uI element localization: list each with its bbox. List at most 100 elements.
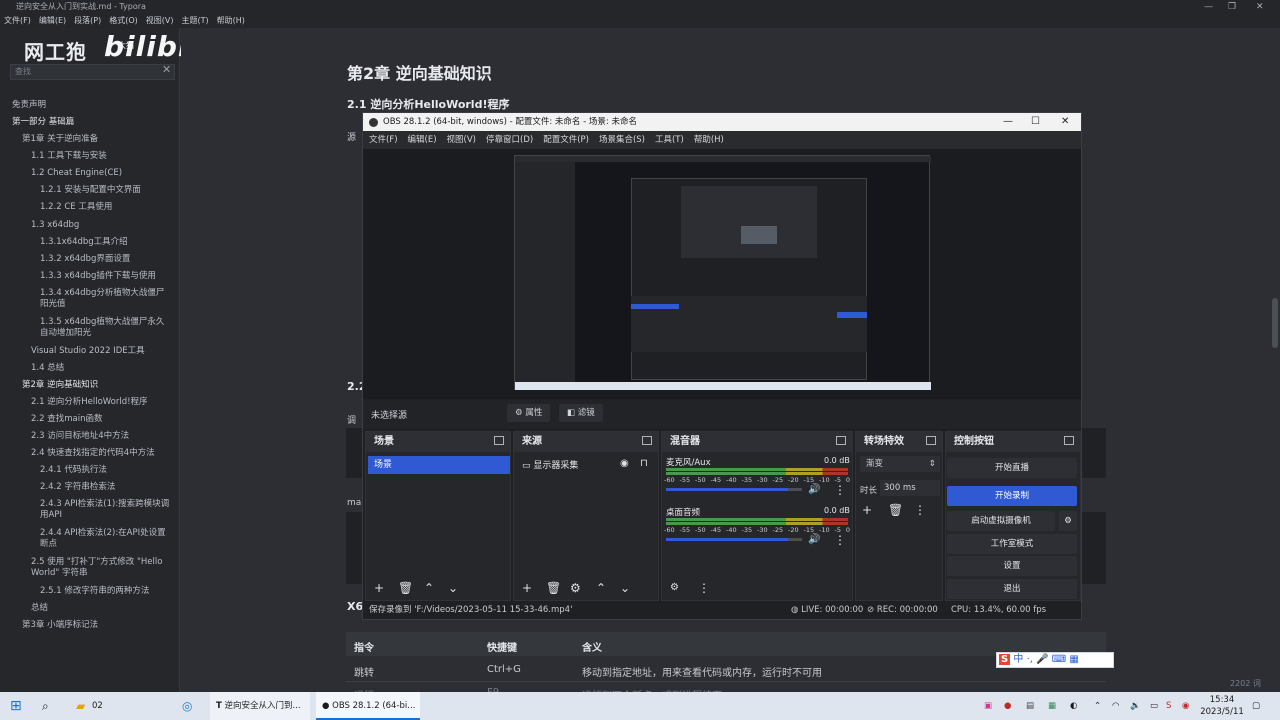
tray-app-icon[interactable]: ◉ xyxy=(1182,692,1189,720)
chevron-up-icon[interactable]: ⌃ xyxy=(1094,692,1101,720)
more-icon[interactable]: ⋮ xyxy=(834,534,846,546)
trash-icon[interactable]: 🗑 xyxy=(398,582,413,594)
studio-mode-button[interactable]: 工作室模式 xyxy=(947,534,1077,554)
notification-icon[interactable]: ▢ xyxy=(1252,692,1260,720)
volume-slider[interactable] xyxy=(666,488,802,491)
obs-menu-help[interactable]: 帮助(H) xyxy=(694,131,724,149)
chevron-up-icon[interactable]: ⌃ xyxy=(424,582,434,594)
toc-item[interactable]: 2.2 查找main函数 xyxy=(31,414,102,425)
tray-app-icon[interactable]: S xyxy=(1166,692,1171,720)
chevron-down-icon[interactable]: ⌄ xyxy=(448,582,458,594)
toc-item[interactable]: 2.4.2 字符串检索法 xyxy=(40,482,115,493)
speaker-icon[interactable]: 🔊 xyxy=(808,534,820,546)
tray-app-icon[interactable]: ▤ xyxy=(1026,692,1034,720)
volume-icon[interactable]: 🔉 xyxy=(1130,692,1141,720)
add-icon[interactable]: + xyxy=(862,504,872,516)
toc-item[interactable]: Visual Studio 2022 IDE工具 xyxy=(31,346,145,357)
volume-slider[interactable] xyxy=(666,538,802,541)
taskbar-item-obs[interactable]: ● OBS 28.1.2 (64-bi... xyxy=(316,692,420,720)
start-recording-button[interactable]: 开始录制 xyxy=(947,486,1077,506)
menu-format[interactable]: 格式(O) xyxy=(105,14,142,28)
toc-item[interactable]: 第2章 逆向基础知识 xyxy=(22,380,98,391)
chevron-up-icon[interactable]: ⌃ xyxy=(596,582,606,594)
toc-item[interactable]: 2.4 快速查找指定的代码4中方法 xyxy=(31,448,155,459)
taskbar-item-folder[interactable]: 02 xyxy=(92,692,103,720)
toc-item[interactable]: 1.4 总结 xyxy=(31,363,64,374)
toc-item[interactable]: 2.4.1 代码执行法 xyxy=(40,465,107,476)
more-icon[interactable]: ⋮ xyxy=(698,582,710,594)
scene-list-item[interactable]: 场景 xyxy=(368,456,510,474)
menu-paragraph[interactable]: 段落(P) xyxy=(70,14,105,28)
toc-item[interactable]: 2.4.3 API检索法(1):搜索跨模块调用API xyxy=(40,499,170,521)
menu-edit[interactable]: 编辑(E) xyxy=(35,14,70,28)
popout-icon[interactable] xyxy=(1064,436,1074,445)
menu-view[interactable]: 视图(V) xyxy=(142,14,178,28)
popout-icon[interactable] xyxy=(642,436,652,445)
obs-menu-profile[interactable]: 配置文件(P) xyxy=(543,131,589,149)
toc-item[interactable]: 2.5.1 修改字符串的两种方法 xyxy=(40,586,149,597)
obs-menu-tools[interactable]: 工具(T) xyxy=(655,131,684,149)
add-icon[interactable]: + xyxy=(374,582,384,594)
speaker-icon[interactable]: 🔊 xyxy=(808,484,820,496)
obs-menu-view[interactable]: 视图(V) xyxy=(447,131,476,149)
clock[interactable]: 15:34 2023/5/11 xyxy=(1200,692,1244,720)
tray-app-icon[interactable]: ▦ xyxy=(1048,692,1056,720)
menu-file[interactable]: 文件(F) xyxy=(0,14,35,28)
browser-icon[interactable]: ◎ xyxy=(182,692,192,720)
obs-menu-edit[interactable]: 编辑(E) xyxy=(408,131,437,149)
transition-select[interactable]: 渐变 ⇕ xyxy=(860,456,940,472)
more-icon[interactable]: ⋮ xyxy=(914,504,926,516)
folder-icon[interactable]: ▰ xyxy=(76,692,85,720)
popout-icon[interactable] xyxy=(926,436,936,445)
trash-icon[interactable]: 🗑 xyxy=(888,504,903,516)
obs-menu-docks[interactable]: 停靠窗口(D) xyxy=(486,131,533,149)
keyboard-icon[interactable]: ⌨ xyxy=(1052,654,1066,665)
toc-item[interactable]: 1.3.3 x64dbg插件下载与使用 xyxy=(40,271,156,282)
maximize-icon[interactable]: ☐ xyxy=(1031,113,1040,131)
close-icon[interactable]: ✕ xyxy=(162,63,171,76)
preview-canvas[interactable] xyxy=(514,155,931,390)
exit-button[interactable]: 退出 xyxy=(947,579,1077,599)
toc-item[interactable]: 第1章 关于逆向准备 xyxy=(22,134,98,145)
minimize-icon[interactable]: — xyxy=(1204,0,1213,14)
toc-item[interactable]: 第3章 小端序标记法 xyxy=(22,620,98,631)
toc-item[interactable]: 2.1 逆向分析HelloWorld!程序 xyxy=(31,397,148,408)
close-icon[interactable]: ✕ xyxy=(1256,0,1264,14)
search-input[interactable]: 查找 xyxy=(10,64,175,80)
advanced-audio-icon[interactable]: ⚙ xyxy=(670,582,679,594)
filters-button[interactable]: ◧ 滤镜 xyxy=(559,404,603,422)
toc-item[interactable]: 1.1 工具下载与安装 xyxy=(31,151,107,162)
toc-item[interactable]: 1.2.1 安装与配置中文界面 xyxy=(40,185,141,196)
windows-start-icon[interactable]: ⊞ xyxy=(10,692,22,720)
toc-item[interactable]: 2.4.4 API检索法(2):在API处设置断点 xyxy=(40,528,170,550)
toc-item[interactable]: 1.3.5 x64dbg植物大战僵尸永久自动增加阳光 xyxy=(40,317,165,339)
menu-theme[interactable]: 主题(T) xyxy=(177,14,212,28)
toc-item[interactable]: 2.5 使用 "打补丁"方式修改 "Hello World" 字符串 xyxy=(31,557,171,579)
search-icon[interactable]: ⌕ xyxy=(42,692,49,720)
battery-icon[interactable]: ▭ xyxy=(1150,692,1158,720)
grid-icon[interactable]: ▦ xyxy=(1069,654,1078,665)
lock-icon[interactable]: ⊓ xyxy=(640,458,648,470)
menu-help[interactable]: 帮助(H) xyxy=(213,14,249,28)
ime-toolbar[interactable]: S 中 ·, 🎤 ⌨ ▦ xyxy=(996,652,1114,668)
wifi-icon[interactable]: ◠ xyxy=(1112,692,1119,720)
mic-icon[interactable]: 🎤 xyxy=(1036,654,1048,665)
start-virtual-camera-button[interactable]: 启动虚拟摄像机 xyxy=(947,511,1055,531)
duration-spinbox[interactable]: 300 ms xyxy=(880,480,940,496)
source-list-item[interactable]: ▭ 显示器采集 xyxy=(522,458,578,471)
toc-item[interactable]: 1.2.2 CE 工具使用 xyxy=(40,202,112,213)
toc-item[interactable]: 第一部分 基础篇 xyxy=(12,117,74,128)
toc-item[interactable]: 1.3.1x64dbg工具介绍 xyxy=(40,237,128,248)
editor-scrollbar[interactable] xyxy=(1272,298,1278,348)
gear-icon[interactable]: ⚙ xyxy=(570,582,581,594)
maximize-icon[interactable]: ❐ xyxy=(1228,0,1236,14)
tray-app-icon[interactable]: ▣ xyxy=(984,692,992,720)
obs-menu-scene-collection[interactable]: 场景集合(S) xyxy=(599,131,645,149)
eye-icon[interactable]: ◉ xyxy=(620,458,629,470)
more-icon[interactable]: ⋮ xyxy=(834,484,846,496)
tray-app-icon[interactable]: ● xyxy=(1004,692,1011,720)
toc-item[interactable]: 1.3 x64dbg xyxy=(31,220,79,231)
start-streaming-button[interactable]: 开始直播 xyxy=(947,458,1077,478)
toc-item[interactable]: 1.3.4 x64dbg分析植物大战僵尸阳光值 xyxy=(40,288,165,310)
popout-icon[interactable] xyxy=(836,436,846,445)
